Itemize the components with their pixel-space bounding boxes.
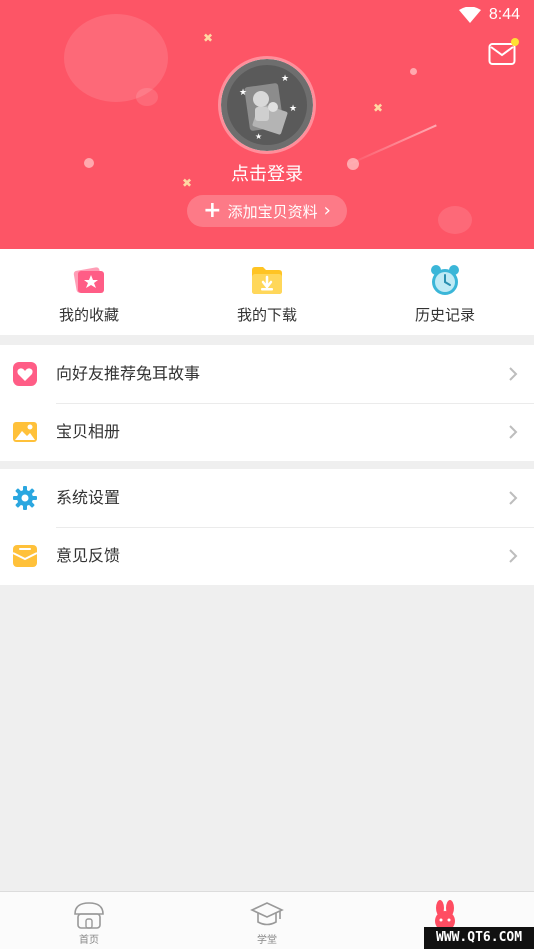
sparkle-icon: ✖: [203, 31, 214, 45]
chevron-right-icon: [509, 549, 518, 563]
decor-dot: [410, 68, 417, 75]
chevron-right-icon: ›: [323, 200, 331, 221]
tab-label: 学堂: [257, 935, 277, 946]
downloads-button[interactable]: 我的下载: [178, 249, 356, 335]
sparkle-icon: ✖: [373, 101, 384, 115]
svg-text:★: ★: [281, 74, 289, 84]
chevron-right-icon: [509, 491, 518, 505]
heart-icon: [13, 362, 37, 386]
avatar-icon[interactable]: ★ ★ ★ ★: [218, 56, 316, 154]
favorites-button[interactable]: 我的收藏: [0, 249, 178, 335]
menu-group-settings: 系统设置 意见反馈: [0, 469, 534, 585]
downloads-label: 我的下载: [236, 306, 297, 324]
album-icon: [13, 422, 37, 442]
mail-icon[interactable]: [488, 42, 516, 66]
tab-home[interactable]: 首页: [0, 892, 178, 949]
svg-text:★: ★: [255, 132, 262, 141]
menu-item-label: 宝贝相册: [56, 422, 121, 441]
status-time: 8:44: [488, 6, 520, 23]
downloads-icon: [252, 267, 282, 294]
menu-item-feedback[interactable]: 意见反馈: [0, 527, 534, 585]
quick-actions: 我的收藏 我的下载 历史记录: [0, 249, 534, 335]
feedback-icon: [12, 545, 38, 567]
menu-item-recommend[interactable]: 向好友推荐兔耳故事: [0, 345, 534, 403]
menu-item-label: 系统设置: [56, 488, 121, 507]
svg-text:★: ★: [239, 88, 247, 98]
menu-item-settings[interactable]: 系统设置: [0, 469, 534, 527]
tab-label: 首页: [79, 935, 99, 946]
status-bar: 8:44: [458, 4, 520, 26]
history-icon: [431, 265, 459, 295]
chevron-right-icon: [509, 425, 518, 439]
notification-dot: [511, 38, 519, 46]
wifi-icon: [458, 7, 481, 23]
menu-group-share: 向好友推荐兔耳故事 宝贝相册: [0, 345, 534, 461]
menu-item-label: 意见反馈: [56, 546, 121, 565]
svg-text:★: ★: [289, 104, 297, 114]
favorites-icon: [73, 267, 104, 293]
profile-header: ✖ ✖ ✖ 8:44 ★ ★ ★ ★ 点击登录 + 添加宝贝资料 ›: [0, 0, 534, 249]
history-label: 历史记录: [414, 306, 475, 324]
menu-item-label: 向好友推荐兔耳故事: [56, 364, 201, 383]
add-profile-label: 添加宝贝资料: [227, 202, 318, 221]
add-profile-button[interactable]: + 添加宝贝资料 ›: [187, 195, 347, 227]
school-icon: [250, 902, 284, 926]
decor-bubble: [438, 206, 472, 234]
chevron-right-icon: [509, 367, 518, 381]
history-button[interactable]: 历史记录: [356, 249, 534, 335]
menu-item-album[interactable]: 宝贝相册: [0, 403, 534, 461]
watermark: WWW.QT6.COM: [424, 927, 534, 949]
plus-icon: +: [203, 198, 222, 223]
tab-school[interactable]: 学堂: [178, 892, 356, 949]
favorites-label: 我的收藏: [58, 306, 119, 324]
settings-icon: [13, 486, 37, 510]
rabbit-icon: [435, 900, 455, 930]
home-icon: [74, 902, 104, 929]
login-link[interactable]: 点击登录: [0, 160, 534, 186]
decor-bubble: [136, 88, 158, 106]
